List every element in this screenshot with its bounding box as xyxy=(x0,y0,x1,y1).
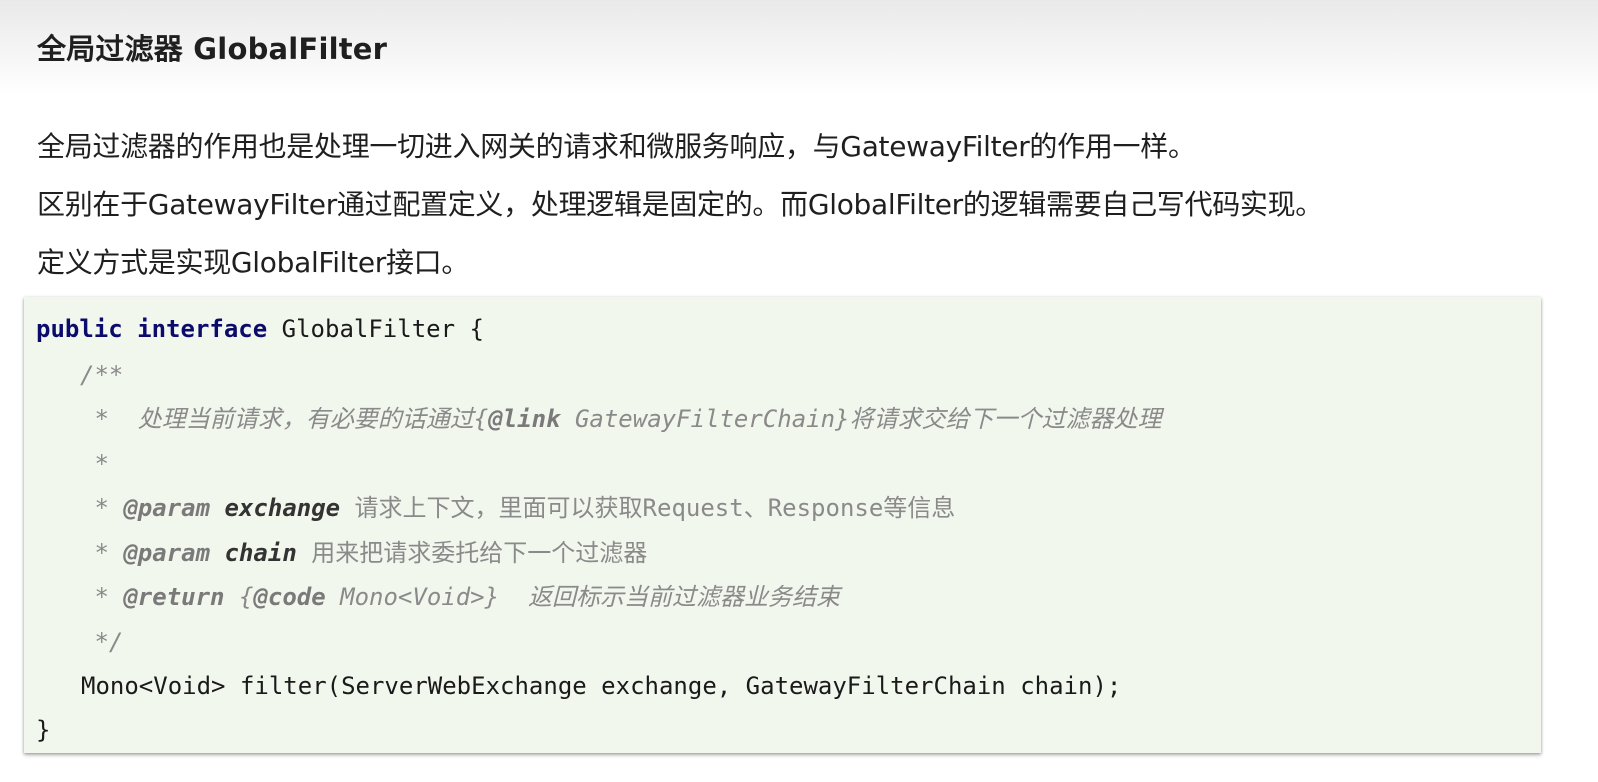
param-name-chain: chain xyxy=(224,539,297,567)
comment-text: 将请求交给下一个过滤器处理 xyxy=(849,405,1162,433)
keyword-interface: interface xyxy=(137,315,268,343)
code-line-6: * @param chain 用来把请求委托给下一个过滤器 xyxy=(80,538,647,568)
code-line-9: Mono<Void> filter(ServerWebExchange exch… xyxy=(81,672,1122,700)
code-line-10: } xyxy=(36,716,51,744)
page-title: 全局过滤器 GlobalFilter xyxy=(37,32,388,66)
comment-text: 请求上下文，里面可以获取Request、Response等信息 xyxy=(340,494,956,522)
javadoc-return-tag: @return xyxy=(123,583,225,611)
code-line-4: * xyxy=(80,450,109,478)
code-line-5: * @param exchange 请求上下文，里面可以获取Request、Re… xyxy=(80,493,955,523)
keyword-public: public xyxy=(36,315,123,343)
code-line-1: public interface GlobalFilter { xyxy=(36,314,484,344)
code-line-8: */ xyxy=(80,628,124,656)
comment-text: 返回标示当前过滤器业务结束 xyxy=(499,583,840,611)
comment-text: Mono<Void>} xyxy=(325,583,500,611)
javadoc-param-tag: @param xyxy=(123,494,211,522)
comment-text: 用来把请求委托给下一个过滤器 xyxy=(296,539,648,567)
comment-text: * 处理当前请求，有必要的话通过{ xyxy=(80,405,489,433)
comment-text: { xyxy=(224,583,254,611)
javadoc-code-tag: @code xyxy=(253,583,326,611)
comment-text: * xyxy=(80,583,124,611)
code-block[interactable]: public interface GlobalFilter { /** * 处理… xyxy=(24,297,1541,753)
comment-text: * xyxy=(80,539,124,567)
comment-text: * xyxy=(80,494,124,522)
paragraph-2: 区别在于GatewayFilter通过配置定义，处理逻辑是固定的。而Global… xyxy=(37,188,1324,221)
code-line-3: * 处理当前请求，有必要的话通过{@link GatewayFilterChai… xyxy=(80,404,1161,434)
code-line-2: /** xyxy=(80,361,124,389)
javadoc-link-tag: @link xyxy=(488,405,561,433)
paragraph-1: 全局过滤器的作用也是处理一切进入网关的请求和微服务响应，与GatewayFilt… xyxy=(37,130,1196,163)
javadoc-param-tag: @param xyxy=(123,539,211,567)
interface-declaration: GlobalFilter { xyxy=(267,315,484,343)
comment-text: GatewayFilterChain} xyxy=(560,405,850,433)
code-line-7: * @return {@code Mono<Void>} 返回标示当前过滤器业务… xyxy=(80,582,840,612)
param-name-exchange: exchange xyxy=(224,494,341,522)
paragraph-3: 定义方式是实现GlobalFilter接口。 xyxy=(37,246,470,279)
